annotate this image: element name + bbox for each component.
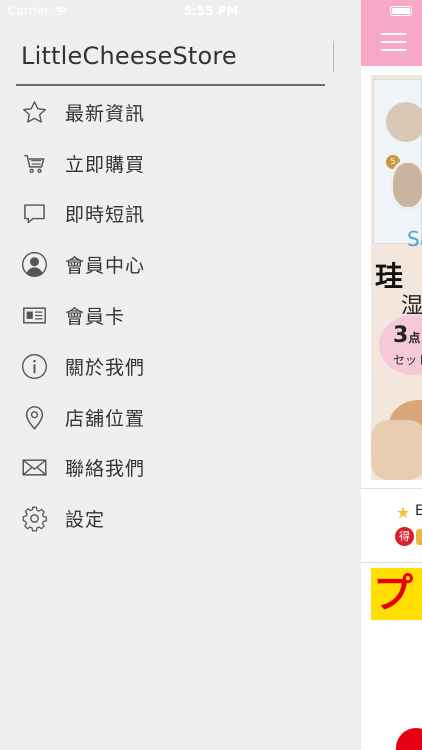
set-badge-number: 3点	[393, 323, 421, 348]
menu-item-label: 會員中心	[65, 255, 146, 278]
menu-item-label: 設定	[65, 509, 106, 532]
product-box-image: 5	[373, 79, 422, 244]
menu-item-store-location[interactable]: 店舖位置	[0, 392, 340, 443]
divider	[361, 562, 422, 563]
member-card-icon	[21, 302, 48, 329]
envelope-icon	[21, 454, 48, 481]
menu-item-settings[interactable]: 設定	[0, 493, 340, 544]
menu-item-member-center[interactable]: 會員中心	[0, 239, 340, 290]
menu-hamburger-icon[interactable]	[381, 33, 406, 53]
sparkle-icon: ★	[396, 503, 411, 522]
user-avatar-icon	[21, 251, 48, 278]
menu-item-member-card[interactable]: 會員卡	[0, 290, 340, 341]
chat-bubble-icon	[21, 200, 48, 227]
banner-brand-text: Sa	[407, 227, 422, 251]
product-logo-image[interactable]: プ	[371, 568, 422, 620]
deal-badge: 得	[395, 527, 414, 546]
store-title: LittleCheeseStore	[21, 42, 237, 70]
promo-banner-image[interactable]: 5 Sa 珪 湿 3点 セット	[371, 75, 422, 480]
promo-text: E	[415, 503, 422, 519]
location-pin-icon	[21, 404, 48, 431]
product-logo-text: プ	[373, 571, 413, 617]
set-badge-text: セット	[393, 353, 422, 367]
divider	[361, 488, 422, 489]
status-bar: Carrier 5:55 PM	[0, 0, 422, 22]
menu-item-label: 會員卡	[65, 306, 126, 329]
menu-item-contact-us[interactable]: 聯絡我們	[0, 443, 340, 494]
title-divider	[16, 84, 325, 86]
menu-item-label: 最新資訊	[65, 102, 146, 125]
star-icon	[21, 99, 48, 126]
coin-icon	[416, 529, 422, 545]
menu-item-label: 聯絡我們	[65, 458, 146, 481]
product-image	[396, 728, 422, 750]
banner-headline: 珪	[375, 260, 404, 293]
info-icon	[21, 353, 48, 380]
main-content-peek[interactable]: 5 Sa 珪 湿 3点 セット ★ E 得 プ	[361, 0, 422, 750]
menu-item-label: 店舖位置	[65, 407, 146, 430]
drawer-menu: 最新資訊 立即購買 即時短訊 會員中心 會員卡 關於我們 店舖位置 聯絡我們 設…	[0, 87, 340, 544]
title-vertical-divider	[333, 41, 334, 72]
cart-icon	[21, 150, 48, 177]
menu-item-news[interactable]: 最新資訊	[0, 87, 340, 138]
product-shape	[390, 160, 422, 210]
navigation-drawer: LittleCheeseStore 最新資訊 立即購買 即時短訊 會員中心 會員…	[0, 0, 361, 750]
banner-set-badge: 3点 セット	[379, 315, 422, 375]
menu-item-label: 關於我們	[65, 356, 146, 379]
menu-item-label: 立即購買	[65, 153, 146, 176]
status-time: 5:55 PM	[183, 4, 239, 18]
battery-icon	[390, 6, 412, 16]
menu-item-label: 即時短訊	[65, 204, 146, 227]
menu-item-about-us[interactable]: 關於我們	[0, 341, 340, 392]
gear-icon	[21, 505, 48, 532]
menu-item-buy-now[interactable]: 立即購買	[0, 138, 340, 189]
menu-item-instant-message[interactable]: 即時短訊	[0, 189, 340, 240]
banner-dish-image	[371, 420, 422, 480]
product-disk	[386, 102, 422, 142]
